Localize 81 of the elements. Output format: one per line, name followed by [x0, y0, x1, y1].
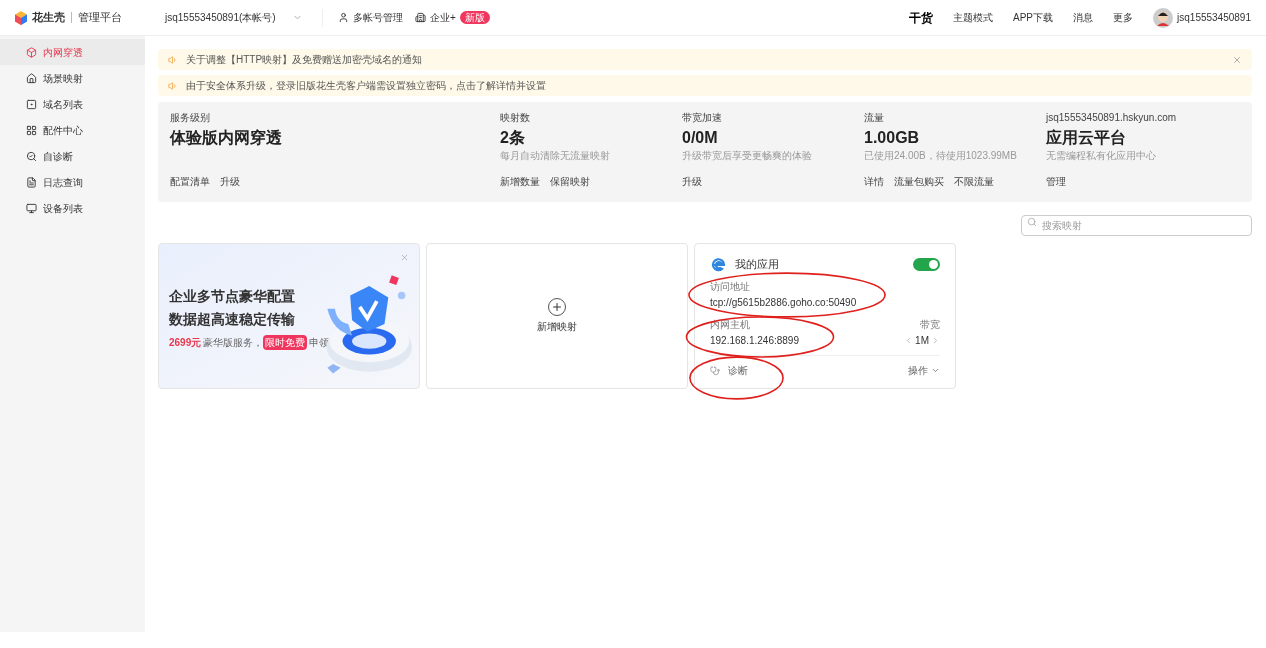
- speaker-icon: [168, 54, 178, 65]
- brand-mark: 干货: [909, 9, 933, 27]
- add-mapping-card[interactable]: 新增映射: [426, 243, 688, 389]
- search-field[interactable]: 搜索映射: [1021, 215, 1252, 236]
- document-icon: [26, 176, 37, 188]
- close-icon[interactable]: [1232, 54, 1242, 65]
- field-label: 访问地址: [710, 280, 750, 294]
- stat-action-link[interactable]: 升级: [682, 174, 702, 189]
- logo-icon: [14, 10, 28, 25]
- stat-action-link[interactable]: 新增数量: [500, 174, 540, 189]
- promo-price: 2699元: [169, 336, 202, 350]
- stat-action-link[interactable]: 配置清单: [170, 174, 210, 189]
- house-icon: [26, 72, 37, 84]
- field-label: 内网主机: [710, 318, 750, 332]
- search-icon: [1027, 217, 1037, 227]
- stat-value: 0/0M: [682, 128, 719, 148]
- notice-text[interactable]: 由于安全体系升级，登录旧版花生壳客户端需设置独立密码，点击了解详情并设置: [186, 78, 546, 93]
- cube-icon: [26, 46, 37, 58]
- close-icon[interactable]: [400, 253, 409, 262]
- stat-note: 无需编程私有化应用中心: [1046, 149, 1157, 162]
- increase-icon[interactable]: [931, 336, 940, 345]
- app-name: 我的应用: [735, 257, 779, 273]
- operate-menu[interactable]: 操作: [908, 363, 940, 378]
- sidebar-item[interactable]: 域名列表: [0, 91, 145, 117]
- magnifier-icon: [26, 150, 37, 162]
- sidebar-item[interactable]: 配件中心: [0, 117, 145, 143]
- nav-link[interactable]: 更多: [1113, 10, 1134, 25]
- bandwidth-value: 1M: [915, 334, 929, 348]
- stat-label: jsq15553450891.hskyun.com: [1046, 111, 1178, 125]
- header-link[interactable]: 多帐号管理: [338, 10, 403, 25]
- stat-label: 带宽加速: [682, 111, 723, 125]
- logo-text: 花生壳: [32, 10, 65, 26]
- stat-label: 流量: [864, 111, 885, 125]
- notice-text[interactable]: 关于调整【HTTP映射】及免费赠送加密壳域名的通知: [186, 52, 423, 67]
- stat-value: 应用云平台: [1046, 128, 1127, 148]
- sidebar-item[interactable]: 设备列表: [0, 195, 145, 221]
- platform-title: 管理平台: [78, 10, 122, 26]
- nav-link[interactable]: APP下载: [1013, 10, 1054, 25]
- field-label: 带宽: [920, 318, 940, 332]
- stat-label: 服务级别: [170, 111, 211, 125]
- username: jsq15553450891: [1177, 11, 1251, 25]
- stat-value: 1.00GB: [864, 128, 921, 148]
- stat-action-link[interactable]: 升级: [220, 174, 240, 189]
- host-address: 192.168.1.246:8899: [710, 334, 799, 348]
- square-icon: [26, 98, 37, 110]
- stat-note: 升级带宽后享受更畅爽的体验: [682, 149, 813, 162]
- header-link[interactable]: 企业+ 新版: [415, 10, 490, 25]
- stat-action-link[interactable]: 流量包购买: [894, 174, 944, 189]
- sidebar-item[interactable]: 自诊断: [0, 143, 145, 169]
- stat-action-link[interactable]: 不限流量: [954, 174, 994, 189]
- diagnose-button[interactable]: 诊断: [710, 363, 748, 378]
- speaker-icon: [168, 80, 178, 91]
- promo-text: 豪华版服务，: [203, 336, 264, 350]
- stat-action-link[interactable]: 详情: [864, 174, 884, 189]
- stat-label: 映射数: [500, 111, 531, 125]
- grid-icon: [26, 124, 37, 136]
- promo-tag: 限时免费: [263, 335, 308, 350]
- promo-headline: 数据超高速稳定传输: [169, 310, 296, 329]
- stat-note: 已使用24.00B，待使用1023.99MB: [864, 149, 1018, 162]
- account-select[interactable]: jsq15553450891(本帐号): [165, 10, 307, 25]
- chevron-icon: [931, 366, 940, 375]
- stat-value: 体验版内网穿透: [170, 128, 283, 148]
- stat-note: 每月自动清除无流量映射: [500, 149, 611, 162]
- promo-headline: 企业多节点豪华配置: [169, 287, 296, 306]
- monitor-icon: [26, 202, 37, 214]
- letter-e-icon: [710, 256, 727, 273]
- stat-action-link[interactable]: 管理: [1046, 174, 1066, 189]
- avatar-icon: [1153, 7, 1174, 28]
- sidebar-item[interactable]: 场景映射: [0, 65, 145, 91]
- sidebar-item[interactable]: 日志查询: [0, 169, 145, 195]
- stat-value: 2条: [500, 128, 526, 148]
- new-badge: 新版: [459, 11, 490, 24]
- diagnose-icon: [710, 365, 720, 376]
- building-icon: [415, 12, 426, 23]
- nav-link[interactable]: 消息: [1073, 10, 1094, 25]
- user-icon: [338, 12, 349, 23]
- toggle-switch[interactable]: [913, 258, 940, 271]
- nav-link[interactable]: 主题模式: [953, 10, 993, 25]
- access-address[interactable]: tcp://g5615b2886.goho.co:50490: [710, 295, 857, 310]
- stat-action-link[interactable]: 保留映射: [550, 174, 590, 189]
- sidebar-item[interactable]: 内网穿透: [0, 39, 145, 65]
